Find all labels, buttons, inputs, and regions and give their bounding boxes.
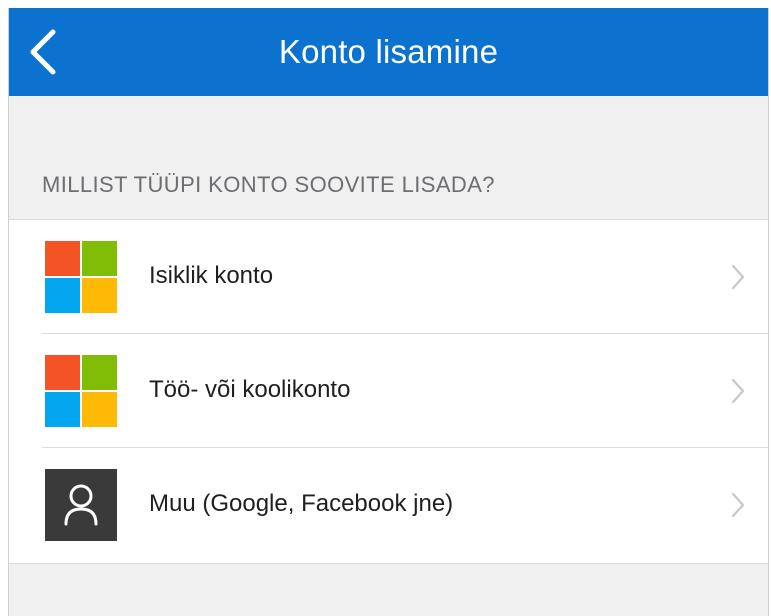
microsoft-logo-icon bbox=[45, 355, 117, 427]
microsoft-logo-icon bbox=[45, 241, 117, 313]
chevron-right-icon bbox=[730, 263, 746, 291]
chevron-right-icon bbox=[730, 491, 746, 519]
list-item-label: Töö- või koolikonto bbox=[149, 376, 351, 403]
list-item-work-school-account[interactable]: Töö- või koolikonto bbox=[9, 334, 768, 448]
navigation-bar: Konto lisamine bbox=[9, 8, 768, 96]
list-item-label: Muu (Google, Facebook jne) bbox=[149, 490, 454, 517]
chevron-right-icon bbox=[730, 377, 746, 405]
section-heading: MILLIST TÜÜPI KONTO SOOVITE LISADA? bbox=[42, 172, 495, 197]
list-item-personal-account[interactable]: Isiklik konto bbox=[9, 220, 768, 334]
account-type-list: Isiklik konto Töö- või koolikonto Muu (G… bbox=[9, 219, 768, 564]
person-icon bbox=[45, 469, 117, 541]
list-item-label: Isiklik konto bbox=[149, 262, 274, 289]
page-title: Konto lisamine bbox=[278, 33, 499, 70]
add-account-screen: Konto lisamine MILLIST TÜÜPI KONTO SOOVI… bbox=[8, 8, 769, 616]
list-item-other-account[interactable]: Muu (Google, Facebook jne) bbox=[9, 448, 768, 562]
